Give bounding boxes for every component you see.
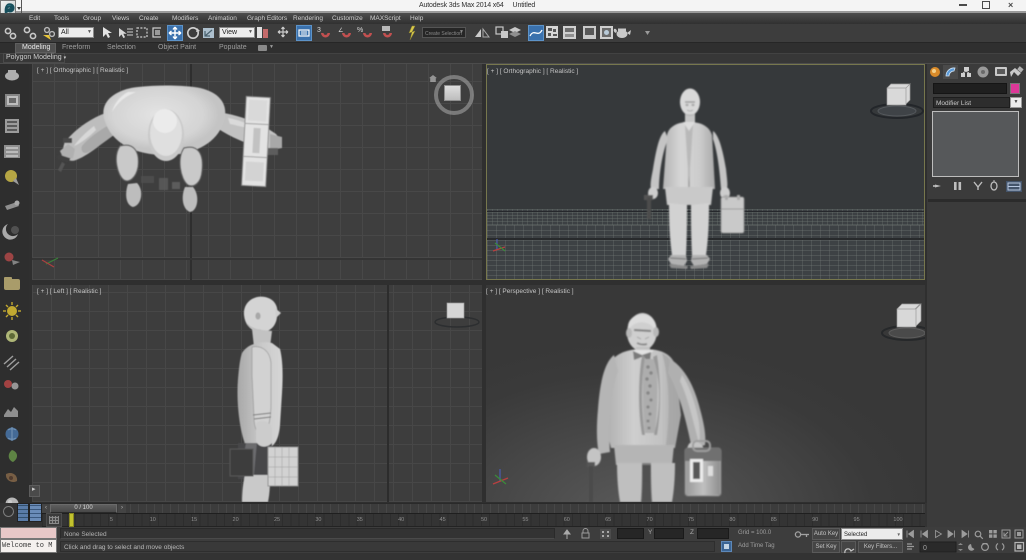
svg-text:0: 0 bbox=[923, 545, 927, 552]
svg-text:∠: ∠ bbox=[338, 27, 343, 34]
svg-text:%: % bbox=[357, 27, 363, 34]
svg-text:3: 3 bbox=[317, 27, 321, 34]
